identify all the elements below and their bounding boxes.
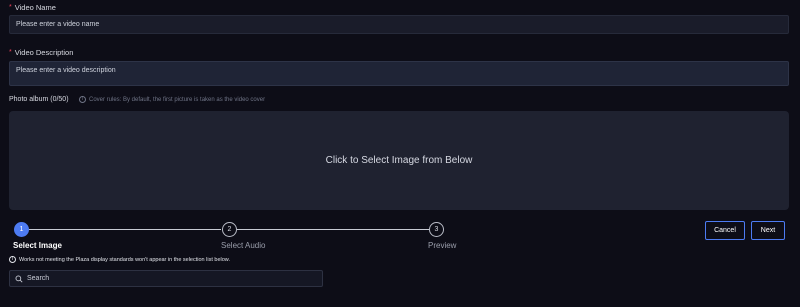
required-mark: * bbox=[9, 49, 12, 56]
step-1-title: Select Image bbox=[13, 241, 62, 250]
step-2-indicator: 2 bbox=[222, 222, 237, 237]
search-icon bbox=[15, 275, 23, 283]
step-2-title: Select Audio bbox=[221, 241, 266, 250]
image-dropzone[interactable]: Click to Select Image from Below bbox=[9, 111, 789, 210]
step-3-title: Preview bbox=[428, 241, 457, 250]
video-description-label: * Video Description bbox=[9, 48, 73, 57]
step-number: 3 bbox=[434, 226, 439, 233]
next-button[interactable]: Next bbox=[751, 221, 785, 240]
step-number: 1 bbox=[19, 226, 24, 233]
video-name-label: * Video Name bbox=[9, 3, 56, 12]
step-number: 2 bbox=[227, 226, 232, 233]
cover-rules-hint: i Cover rules: By default, the first pic… bbox=[79, 96, 265, 103]
info-icon: i bbox=[79, 96, 86, 103]
step-1-indicator: 1 bbox=[14, 222, 29, 237]
video-description-label-text: Video Description bbox=[14, 48, 74, 57]
video-description-textarea[interactable]: Please enter a video description bbox=[9, 61, 789, 86]
photo-album-label: Photo album (0/50) bbox=[9, 96, 69, 103]
video-name-input[interactable]: Please enter a video name bbox=[9, 15, 789, 34]
search-input[interactable]: Search bbox=[9, 270, 323, 287]
step-connector bbox=[29, 229, 221, 230]
plaza-notice: i Works not meeting the Plaza display st… bbox=[9, 256, 230, 263]
video-description-placeholder: Please enter a video description bbox=[16, 67, 116, 74]
video-name-label-text: Video Name bbox=[14, 3, 56, 12]
info-icon: i bbox=[9, 256, 16, 263]
step-3-indicator: 3 bbox=[429, 222, 444, 237]
search-placeholder: Search bbox=[27, 275, 50, 282]
cancel-button[interactable]: Cancel bbox=[705, 221, 745, 240]
video-name-placeholder: Please enter a video name bbox=[16, 21, 100, 28]
cover-rules-text: Cover rules: By default, the first pictu… bbox=[89, 96, 266, 103]
plaza-notice-text: Works not meeting the Plaza display stan… bbox=[19, 256, 230, 263]
step-connector bbox=[237, 229, 429, 230]
required-mark: * bbox=[9, 4, 12, 11]
dropzone-text: Click to Select Image from Below bbox=[325, 155, 473, 166]
